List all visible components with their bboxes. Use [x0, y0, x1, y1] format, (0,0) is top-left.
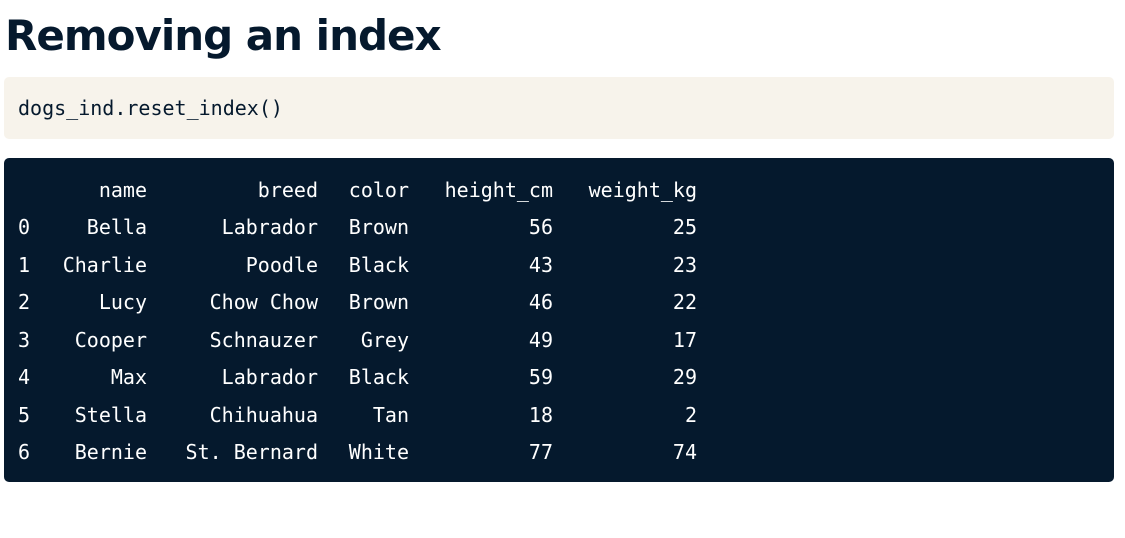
cell-color: Black	[348, 252, 409, 277]
cell-index: 0	[18, 215, 31, 240]
cell-height-cm: 59	[528, 365, 553, 390]
cell-name: Bella	[86, 215, 147, 240]
cell-name: Lucy	[98, 290, 147, 315]
header-height-cm: height_cm	[444, 177, 553, 202]
cell-height-cm: 43	[528, 252, 553, 277]
cell-name: Stella	[74, 402, 147, 427]
header-breed: breed	[257, 177, 318, 202]
cell-color: White	[348, 440, 409, 465]
table-row: 2 Lucy Chow Chow Brown 46 22	[18, 284, 697, 322]
cell-breed: Labrador	[221, 365, 318, 390]
code-block: dogs_ind.reset_index()	[4, 77, 1114, 139]
cell-color: Black	[348, 365, 409, 390]
table-row: 3 Cooper Schnauzer Grey 49 17	[18, 321, 697, 359]
cell-color: Grey	[360, 327, 409, 352]
code-line: dogs_ind.reset_index()	[18, 96, 283, 120]
table-row: 5 Stella Chihuahua Tan 18 2	[18, 396, 697, 434]
cell-height-cm: 18	[528, 402, 553, 427]
cell-weight-kg: 22	[672, 290, 697, 315]
header-weight-kg: weight_kg	[588, 177, 697, 202]
table-header-row: name breed color height_cm weight_kg	[18, 171, 697, 209]
cell-name: Cooper	[74, 327, 147, 352]
cell-weight-kg: 2	[684, 402, 697, 427]
cell-weight-kg: 23	[672, 252, 697, 277]
cell-weight-kg: 74	[672, 440, 697, 465]
cell-height-cm: 49	[528, 327, 553, 352]
cell-weight-kg: 29	[672, 365, 697, 390]
cell-name: Charlie	[62, 252, 147, 277]
header-color: color	[348, 177, 409, 202]
cell-color: Tan	[372, 402, 409, 427]
table-row: 0 Bella Labrador Brown 56 25	[18, 209, 697, 247]
cell-index: 4	[18, 365, 31, 390]
cell-index: 2	[18, 290, 31, 315]
cell-name: Max	[110, 365, 147, 390]
cell-color: Brown	[348, 290, 409, 315]
cell-breed: Labrador	[221, 215, 318, 240]
cell-name: Bernie	[74, 440, 147, 465]
cell-breed: Chow Chow	[209, 290, 318, 315]
page-title: Removing an index	[5, 11, 442, 60]
table-row: 6 Bernie St. Bernard White 77 74	[18, 434, 697, 472]
cell-height-cm: 56	[528, 215, 553, 240]
cell-height-cm: 46	[528, 290, 553, 315]
cell-index: 3	[18, 327, 31, 352]
header-index	[18, 171, 48, 209]
output-block: name breed color height_cm weight_kg 0 B…	[4, 158, 1114, 482]
table-row: 1 Charlie Poodle Black 43 23	[18, 246, 697, 284]
cell-color: Brown	[348, 215, 409, 240]
table-row: 4 Max Labrador Black 59 29	[18, 359, 697, 397]
cell-index: 6	[18, 440, 31, 465]
cell-height-cm: 77	[528, 440, 553, 465]
cell-weight-kg: 25	[672, 215, 697, 240]
cell-breed: Poodle	[245, 252, 318, 277]
cell-breed: St. Bernard	[185, 440, 318, 465]
cell-breed: Chihuahua	[209, 402, 318, 427]
dataframe-table: name breed color height_cm weight_kg 0 B…	[18, 171, 697, 471]
cell-breed: Schnauzer	[209, 327, 318, 352]
header-name: name	[98, 177, 147, 202]
cell-weight-kg: 17	[672, 327, 697, 352]
cell-index: 1	[18, 252, 31, 277]
cell-index: 5	[18, 402, 31, 427]
